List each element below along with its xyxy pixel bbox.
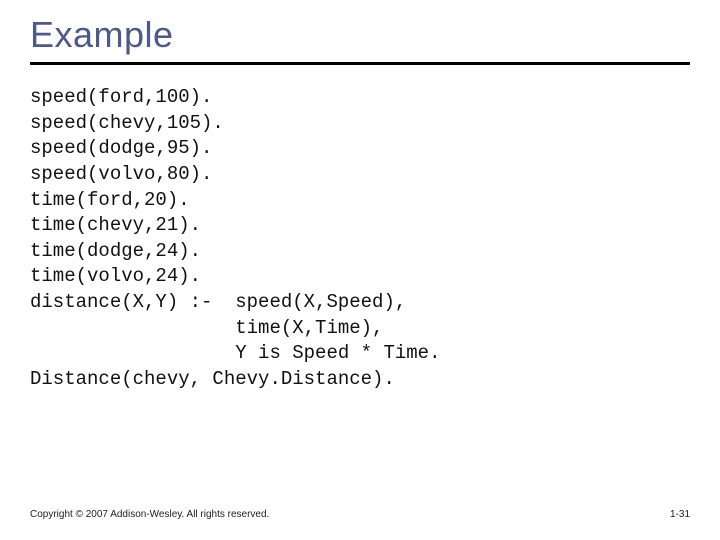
code-block: speed(ford,100). speed(chevy,105). speed… — [30, 85, 690, 393]
footer: Copyright © 2007 Addison-Wesley. All rig… — [30, 509, 690, 520]
slide-title: Example — [30, 14, 690, 65]
copyright-text: Copyright © 2007 Addison-Wesley. All rig… — [30, 509, 269, 520]
page-number: 1-31 — [670, 509, 690, 520]
